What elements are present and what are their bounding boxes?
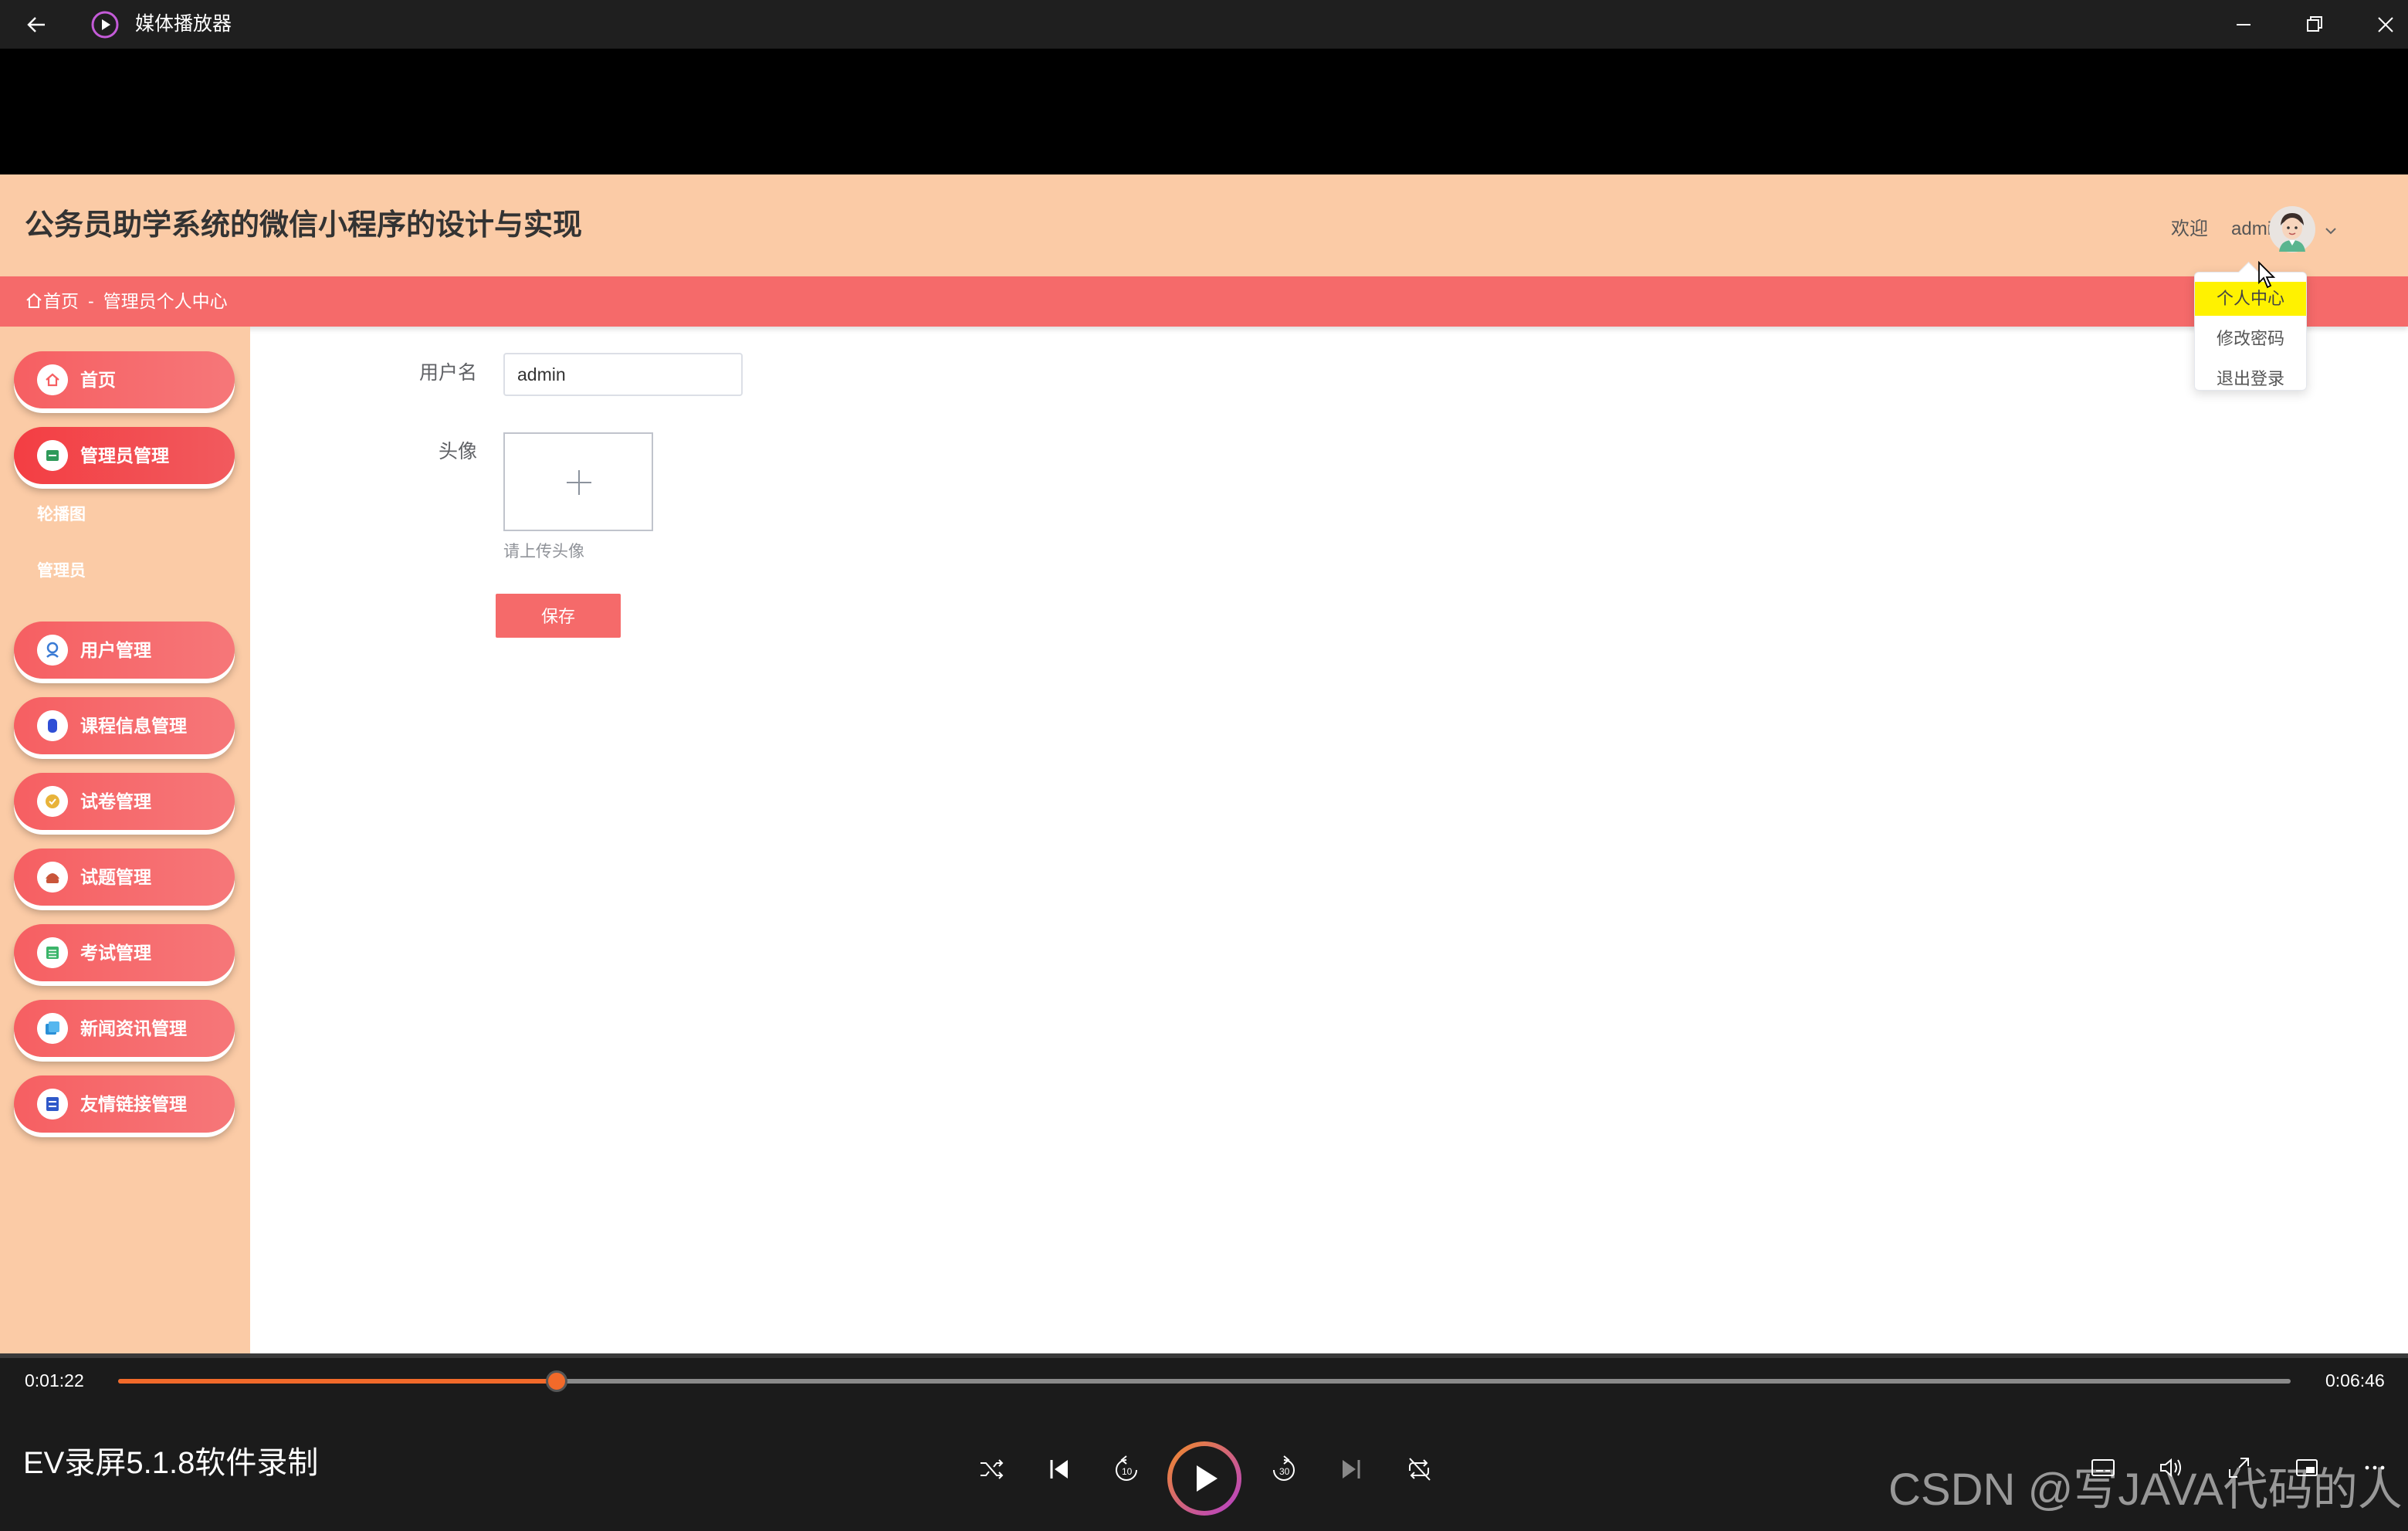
- upload-hint: 请上传头像: [503, 543, 584, 561]
- sidebar-item-label: 考试管理: [80, 943, 151, 963]
- sidebar-item-label: 首页: [80, 370, 116, 390]
- breadcrumb-bar: 首页 - 管理员个人中心: [0, 276, 2408, 327]
- sidebar-item-label: 课程信息管理: [80, 716, 187, 736]
- paper-icon: [37, 786, 68, 817]
- app-header: 公务员助学系统的微信小程序的设计与实现 欢迎 admin: [0, 174, 2408, 276]
- menu-item-change-password[interactable]: 修改密码: [2195, 322, 2306, 356]
- web-app: 公务员助学系统的微信小程序的设计与实现 欢迎 admin 首页 - 管理员个人中心: [0, 174, 2408, 1353]
- repeat-off-icon[interactable]: [1404, 1454, 1434, 1485]
- next-icon[interactable]: [1336, 1454, 1367, 1485]
- avatar-label: 头像: [438, 441, 477, 462]
- sidebar-item-admin-management[interactable]: 管理员管理: [14, 427, 235, 484]
- admin-icon: [37, 440, 68, 471]
- window-title: 媒体播放器: [135, 13, 232, 35]
- watermark-text: CSDN @写JAVA代码的人: [1888, 1465, 2403, 1515]
- home-icon: [37, 364, 68, 395]
- progress-fill: [118, 1379, 557, 1384]
- recorder-label: EV录屏5.1.8软件录制: [23, 1446, 319, 1480]
- breadcrumb-home[interactable]: 首页: [43, 291, 79, 311]
- sidebar-item-label: 新闻资讯管理: [80, 1018, 187, 1038]
- sidebar-item-paper-management[interactable]: 试卷管理: [14, 773, 235, 830]
- sidebar-item-label: 用户管理: [80, 640, 151, 660]
- close-icon[interactable]: [2372, 11, 2400, 39]
- sidebar-item-label: 友情链接管理: [80, 1094, 187, 1114]
- progress-track[interactable]: [118, 1370, 2291, 1392]
- window-titlebar: 媒体播放器: [0, 0, 2408, 49]
- avatar-upload[interactable]: [503, 432, 653, 531]
- current-time: 0:01:22: [25, 1370, 84, 1390]
- restore-icon[interactable]: [2301, 11, 2328, 39]
- previous-icon[interactable]: [1044, 1454, 1075, 1485]
- mouse-cursor-icon: [2258, 261, 2276, 289]
- shuffle-icon[interactable]: [976, 1454, 1007, 1485]
- forward-30-icon[interactable]: 30: [1268, 1454, 1300, 1486]
- page-title: 公务员助学系统的微信小程序的设计与实现: [25, 209, 583, 242]
- sidebar: 首页 管理员管理 轮播图 管理员 用户管理 课程信息管理 试卷管理 试题管理 考…: [0, 327, 250, 1353]
- sidebar-item-label: 试卷管理: [80, 791, 151, 811]
- home-icon[interactable]: [25, 292, 43, 310]
- username-label: 用户名: [418, 362, 477, 384]
- play-button[interactable]: [1166, 1440, 1243, 1517]
- sidebar-item-label: 试题管理: [80, 867, 151, 887]
- welcome-text: 欢迎: [2171, 218, 2208, 239]
- media-player-app-icon: [91, 11, 119, 39]
- minimize-icon[interactable]: [2230, 11, 2257, 39]
- link-icon: [37, 1089, 68, 1119]
- video-letterbox: [0, 49, 2408, 174]
- total-time: 0:06:46: [2325, 1370, 2385, 1390]
- sidebar-item-course-management[interactable]: 课程信息管理: [14, 697, 235, 754]
- sidebar-subitem-carousel[interactable]: 轮播图: [37, 504, 86, 526]
- question-icon: [37, 862, 68, 893]
- sidebar-item-exam-management[interactable]: 考试管理: [14, 924, 235, 981]
- course-icon: [37, 710, 68, 741]
- sidebar-item-label: 管理员管理: [80, 445, 169, 466]
- sidebar-item-link-management[interactable]: 友情链接管理: [14, 1075, 235, 1133]
- plus-icon: [567, 470, 591, 495]
- avatar[interactable]: [2268, 205, 2316, 253]
- svg-text:30: 30: [1279, 1466, 1290, 1477]
- sidebar-item-news-management[interactable]: 新闻资讯管理: [14, 1000, 235, 1057]
- username-field[interactable]: [503, 353, 743, 396]
- sidebar-item-home[interactable]: 首页: [14, 351, 235, 408]
- rewind-10-icon[interactable]: 10: [1110, 1454, 1143, 1486]
- svg-text:10: 10: [1122, 1466, 1133, 1477]
- save-button[interactable]: 保存: [496, 594, 621, 638]
- progress-thumb[interactable]: [546, 1370, 568, 1392]
- chevron-down-icon[interactable]: [2322, 222, 2339, 239]
- sidebar-subitem-administrator[interactable]: 管理员: [37, 561, 86, 582]
- user-dropdown-menu: 个人中心 修改密码 退出登录: [2194, 262, 2307, 391]
- breadcrumb-separator: -: [88, 291, 94, 311]
- back-arrow-icon[interactable]: [22, 9, 52, 40]
- player-controls: 0:01:22 0:06:46 EV录屏5.1.8软件录制 10 30 CSDN…: [0, 1353, 2408, 1531]
- sidebar-item-question-management[interactable]: 试题管理: [14, 848, 235, 906]
- menu-item-logout[interactable]: 退出登录: [2195, 362, 2306, 396]
- exam-icon: [37, 937, 68, 968]
- sidebar-item-user-management[interactable]: 用户管理: [14, 622, 235, 679]
- breadcrumb: 首页 - 管理员个人中心: [25, 290, 228, 312]
- menu-item-profile[interactable]: 个人中心: [2195, 282, 2306, 316]
- breadcrumb-current: 管理员个人中心: [103, 291, 228, 311]
- news-icon: [37, 1013, 68, 1044]
- user-icon: [37, 635, 68, 666]
